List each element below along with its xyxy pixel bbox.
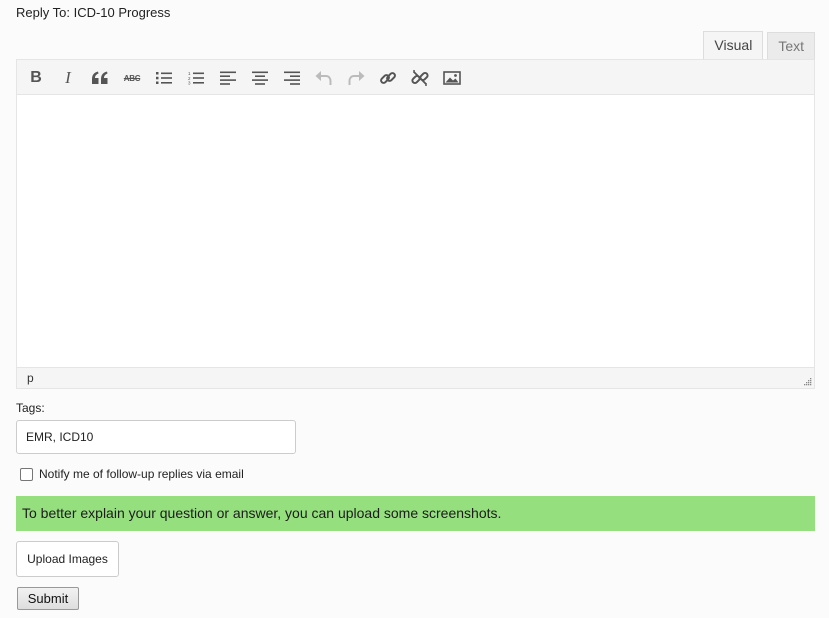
italic-icon: I bbox=[65, 68, 71, 87]
editor-content-area[interactable] bbox=[16, 95, 815, 367]
align-left-button[interactable] bbox=[216, 66, 240, 90]
align-right-button[interactable] bbox=[280, 66, 304, 90]
insert-image-button[interactable] bbox=[440, 66, 464, 90]
insert-link-button[interactable] bbox=[376, 66, 400, 90]
remove-link-button[interactable] bbox=[408, 66, 432, 90]
bold-button[interactable]: B bbox=[24, 66, 48, 90]
reply-to-topic: ICD-10 Progress bbox=[73, 5, 171, 20]
numbered-list-button[interactable]: 1 2 3 bbox=[184, 66, 208, 90]
submit-button[interactable]: Submit bbox=[17, 587, 79, 610]
strikethrough-icon: ABC bbox=[123, 73, 141, 83]
blockquote-button[interactable] bbox=[88, 66, 112, 90]
reply-to-heading: Reply To: ICD-10 Progress bbox=[16, 5, 170, 20]
numbered-list-icon: 1 2 3 bbox=[188, 71, 204, 85]
upload-images-button[interactable]: Upload Images bbox=[16, 541, 119, 577]
tags-label: Tags: bbox=[16, 401, 45, 415]
tags-input[interactable] bbox=[16, 420, 296, 454]
link-icon bbox=[380, 72, 396, 84]
tab-visual[interactable]: Visual bbox=[703, 31, 764, 60]
undo-button[interactable] bbox=[312, 66, 336, 90]
align-left-icon bbox=[220, 71, 236, 85]
resize-handle-icon[interactable] bbox=[803, 377, 812, 386]
image-icon bbox=[443, 71, 461, 85]
editor-status-bar: p bbox=[16, 367, 815, 389]
upload-info-banner: To better explain your question or answe… bbox=[16, 496, 815, 531]
align-center-button[interactable] bbox=[248, 66, 272, 90]
editor-mode-tabs: Visual Text bbox=[703, 31, 815, 60]
align-right-icon bbox=[284, 71, 300, 85]
notify-checkbox[interactable] bbox=[20, 467, 33, 481]
align-center-icon bbox=[252, 71, 268, 85]
quote-icon bbox=[92, 71, 108, 84]
redo-button[interactable] bbox=[344, 66, 368, 90]
redo-icon bbox=[348, 71, 365, 85]
undo-icon bbox=[315, 71, 332, 85]
bold-icon: B bbox=[30, 69, 42, 86]
notify-option[interactable]: Notify me of follow-up replies via email bbox=[20, 467, 244, 481]
italic-button[interactable]: I bbox=[56, 66, 80, 90]
bullet-list-icon bbox=[156, 72, 172, 84]
strikethrough-button[interactable]: ABC bbox=[120, 66, 144, 90]
tab-text[interactable]: Text bbox=[767, 32, 815, 60]
bullet-list-button[interactable] bbox=[152, 66, 176, 90]
element-path[interactable]: p bbox=[27, 371, 34, 385]
svg-text:3: 3 bbox=[188, 81, 191, 86]
reply-to-prefix: Reply To: bbox=[16, 5, 70, 20]
editor-toolbar: B I ABC 1 2 3 bbox=[16, 59, 815, 95]
unlink-icon bbox=[411, 70, 429, 86]
notify-label: Notify me of follow-up replies via email bbox=[39, 467, 244, 481]
